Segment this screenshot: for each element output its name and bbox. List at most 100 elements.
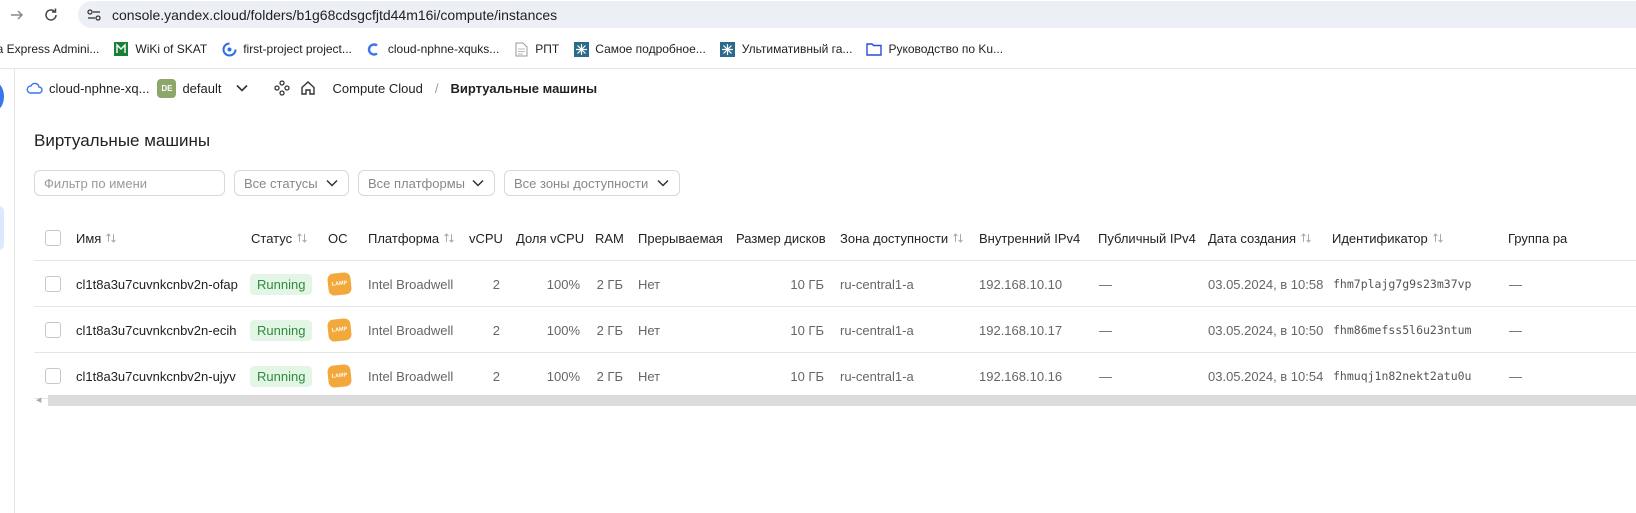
created-value: 03.05.2024, в 10:50 [1208,322,1324,338]
chevron-down-icon [325,176,339,190]
zone-value: ru-central1-a [840,322,914,338]
zone-filter-value: Все зоны доступности [514,175,649,191]
select-all-checkbox[interactable] [45,215,61,261]
instances-table: Имя Статус ОС Платформа vCPU Доля vCPU R… [34,215,1636,399]
table-row[interactable]: cl1t8a3u7cuvnkcnbv2n-ofap Running LAMP I… [34,261,1636,307]
platform-value: Intel Broadwell [368,276,454,292]
status-badge: Running [250,307,313,353]
bookmark-item[interactable]: Руководство по Ku... [860,37,1011,61]
site-settings-icon[interactable] [84,5,103,24]
bookmark-label: cloud-nphne-xquks... [387,42,500,56]
bookmark-label: РПТ [535,42,560,56]
column-header-ram[interactable]: RAM [595,215,624,261]
platform-filter-value: Все платформы [368,175,465,191]
vcpu-share-value: 100% [546,322,580,338]
group-value: — [1509,322,1522,338]
reload-button[interactable] [40,4,62,26]
column-header-id[interactable]: Идентификатор [1332,215,1444,261]
name-filter-input[interactable]: Фильтр по имени [34,170,225,196]
column-header-name[interactable]: Имя [76,215,117,261]
preemptible-value: Нет [638,322,661,338]
internal-ip-value: 192.168.10.10 [979,276,1063,292]
platform-filter-select[interactable]: Все платформы [358,170,495,196]
bookmark-item[interactable]: WiKi of SKAT [107,37,215,61]
public-ip-value: — [1099,276,1112,292]
column-header-internal-ip[interactable]: Внутренний IPv4 [979,215,1080,261]
column-header-created[interactable]: Дата создания [1208,215,1312,261]
vcpu-value: 2 [492,322,500,338]
column-header-preemptible[interactable]: Прерываемая [638,215,723,261]
scrollbar-thumb[interactable] [48,395,1636,406]
breadcrumb-service[interactable]: Compute Cloud [333,81,423,96]
column-header-status[interactable]: Статус [251,215,308,261]
zone-filter-select[interactable]: Все зоны доступности [504,170,680,196]
project-icon [221,41,237,57]
logo-icon[interactable] [0,83,4,110]
address-bar[interactable]: console.yandex.cloud/folders/b1g68cdsgcf… [78,1,1636,28]
internal-ip-value: 192.168.10.17 [979,322,1063,338]
url-text[interactable]: console.yandex.cloud/folders/b1g68cdsgcf… [112,7,557,23]
cloud-icon [26,81,44,95]
column-header-public-ip[interactable]: Публичный IPv4 [1098,215,1196,261]
column-header-os[interactable]: ОС [328,215,348,261]
instance-id: fhm86mefss5l6u23ntum [1333,323,1472,337]
column-header-platform[interactable]: Платформа [368,215,455,261]
folder-name[interactable]: default [182,81,221,96]
page-title: Виртуальные машины [34,131,211,150]
breadcrumb-separator: / [434,80,439,96]
bookmark-label: Самое подробное... [595,42,706,56]
preemptible-value: Нет [638,276,661,292]
horizontal-scrollbar[interactable]: ◀ [34,393,1636,407]
column-header-disk-size[interactable]: Размер дисков [736,215,826,261]
filters-bar: Фильтр по имени Все статусы Все платформ… [34,170,680,196]
column-header-zone[interactable]: Зона доступности [840,215,964,261]
services-icon[interactable] [273,79,291,97]
scroll-left-icon[interactable]: ◀ [36,396,44,405]
breadcrumb-current: Виртуальные машины [450,80,598,96]
cloud-selector[interactable]: cloud-nphne-xq... [26,81,149,96]
bookmark-label: Ультимативный га... [741,42,853,56]
table-row[interactable]: cl1t8a3u7cuvnkcnbv2n-ecih Running LAMP I… [34,307,1636,353]
forward-button[interactable] [6,4,28,26]
column-header-vcpu[interactable]: vCPU [469,215,503,261]
column-header-vcpu-share[interactable]: Доля vCPU [516,215,584,261]
bookmark-label: first-project project... [243,42,352,56]
bookmark-item[interactable]: first-project project... [215,37,360,61]
arrow-right-icon [11,10,24,20]
folder-icon [866,41,883,57]
bookmark-item[interactable]: РПТ [507,37,567,61]
sort-icon [952,232,964,244]
group-value: — [1509,276,1522,292]
platform-value: Intel Broadwell [368,322,454,338]
sort-icon [1300,232,1312,244]
instance-name[interactable]: cl1t8a3u7cuvnkcnbv2n-ofap [76,261,238,307]
column-header-group[interactable]: Группа ра [1508,215,1567,261]
snowflake-icon [720,41,736,57]
bookmarks-bar: ea Express Admini... WiKi of SKAT first-… [0,36,1636,62]
lamp-os-icon: LAMP [326,307,353,353]
chevron-down-icon [656,176,670,190]
doc-icon [513,41,529,57]
row-checkbox[interactable] [45,261,61,307]
ram-value: 2 ГБ [596,276,623,292]
chevron-down-icon [471,176,485,190]
console-topbar: cloud-nphne-xq... DE default Compute Clo… [15,69,1636,107]
status-filter-select[interactable]: Все статусы [234,170,349,196]
bookmark-item[interactable]: Ультимативный га... [714,37,861,61]
row-checkbox[interactable] [45,307,61,353]
console-app: cloud-nphne-xq... DE default Compute Clo… [0,68,1636,513]
bookmark-item[interactable]: ea Express Admini... [0,37,107,61]
rail-active-item[interactable] [0,206,4,250]
wiki-icon [113,41,129,57]
folder-badge: DE [157,78,177,98]
bookmark-item[interactable]: Самое подробное... [567,37,714,61]
sort-icon [105,232,117,244]
lamp-os-icon: LAMP [326,261,353,307]
home-icon[interactable] [299,79,317,97]
table-header: Имя Статус ОС Платформа vCPU Доля vCPU R… [34,215,1636,261]
disk-size-value: 10 ГБ [790,322,824,338]
bookmark-item[interactable]: cloud-nphne-xquks... [360,37,507,61]
instance-name[interactable]: cl1t8a3u7cuvnkcnbv2n-ecih [76,307,236,353]
sort-icon [1432,232,1444,244]
chevron-down-icon[interactable] [235,81,249,95]
